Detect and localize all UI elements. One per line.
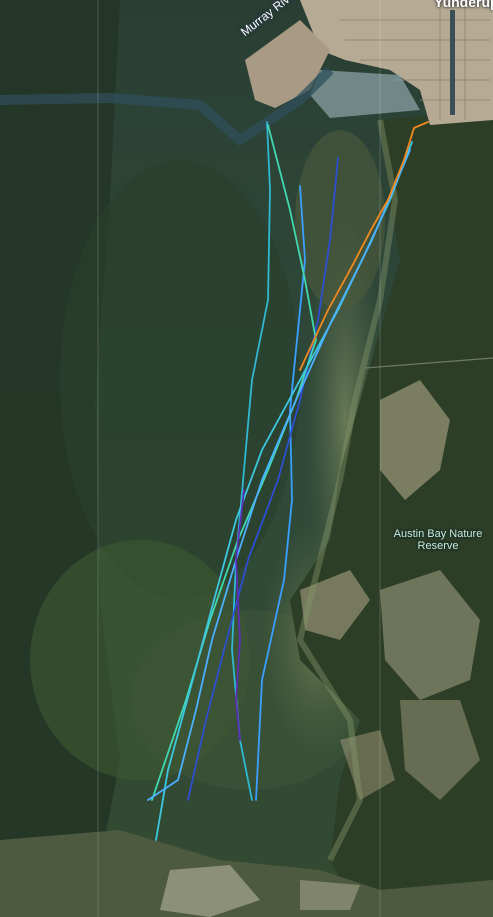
- satellite-imagery: [0, 0, 493, 917]
- reserve-label: Austin Bay Nature Reserve: [393, 528, 483, 552]
- town-label: Yunderup: [434, 0, 493, 10]
- map-view[interactable]: Murray River Yunderup Austin Bay Nature …: [0, 0, 493, 917]
